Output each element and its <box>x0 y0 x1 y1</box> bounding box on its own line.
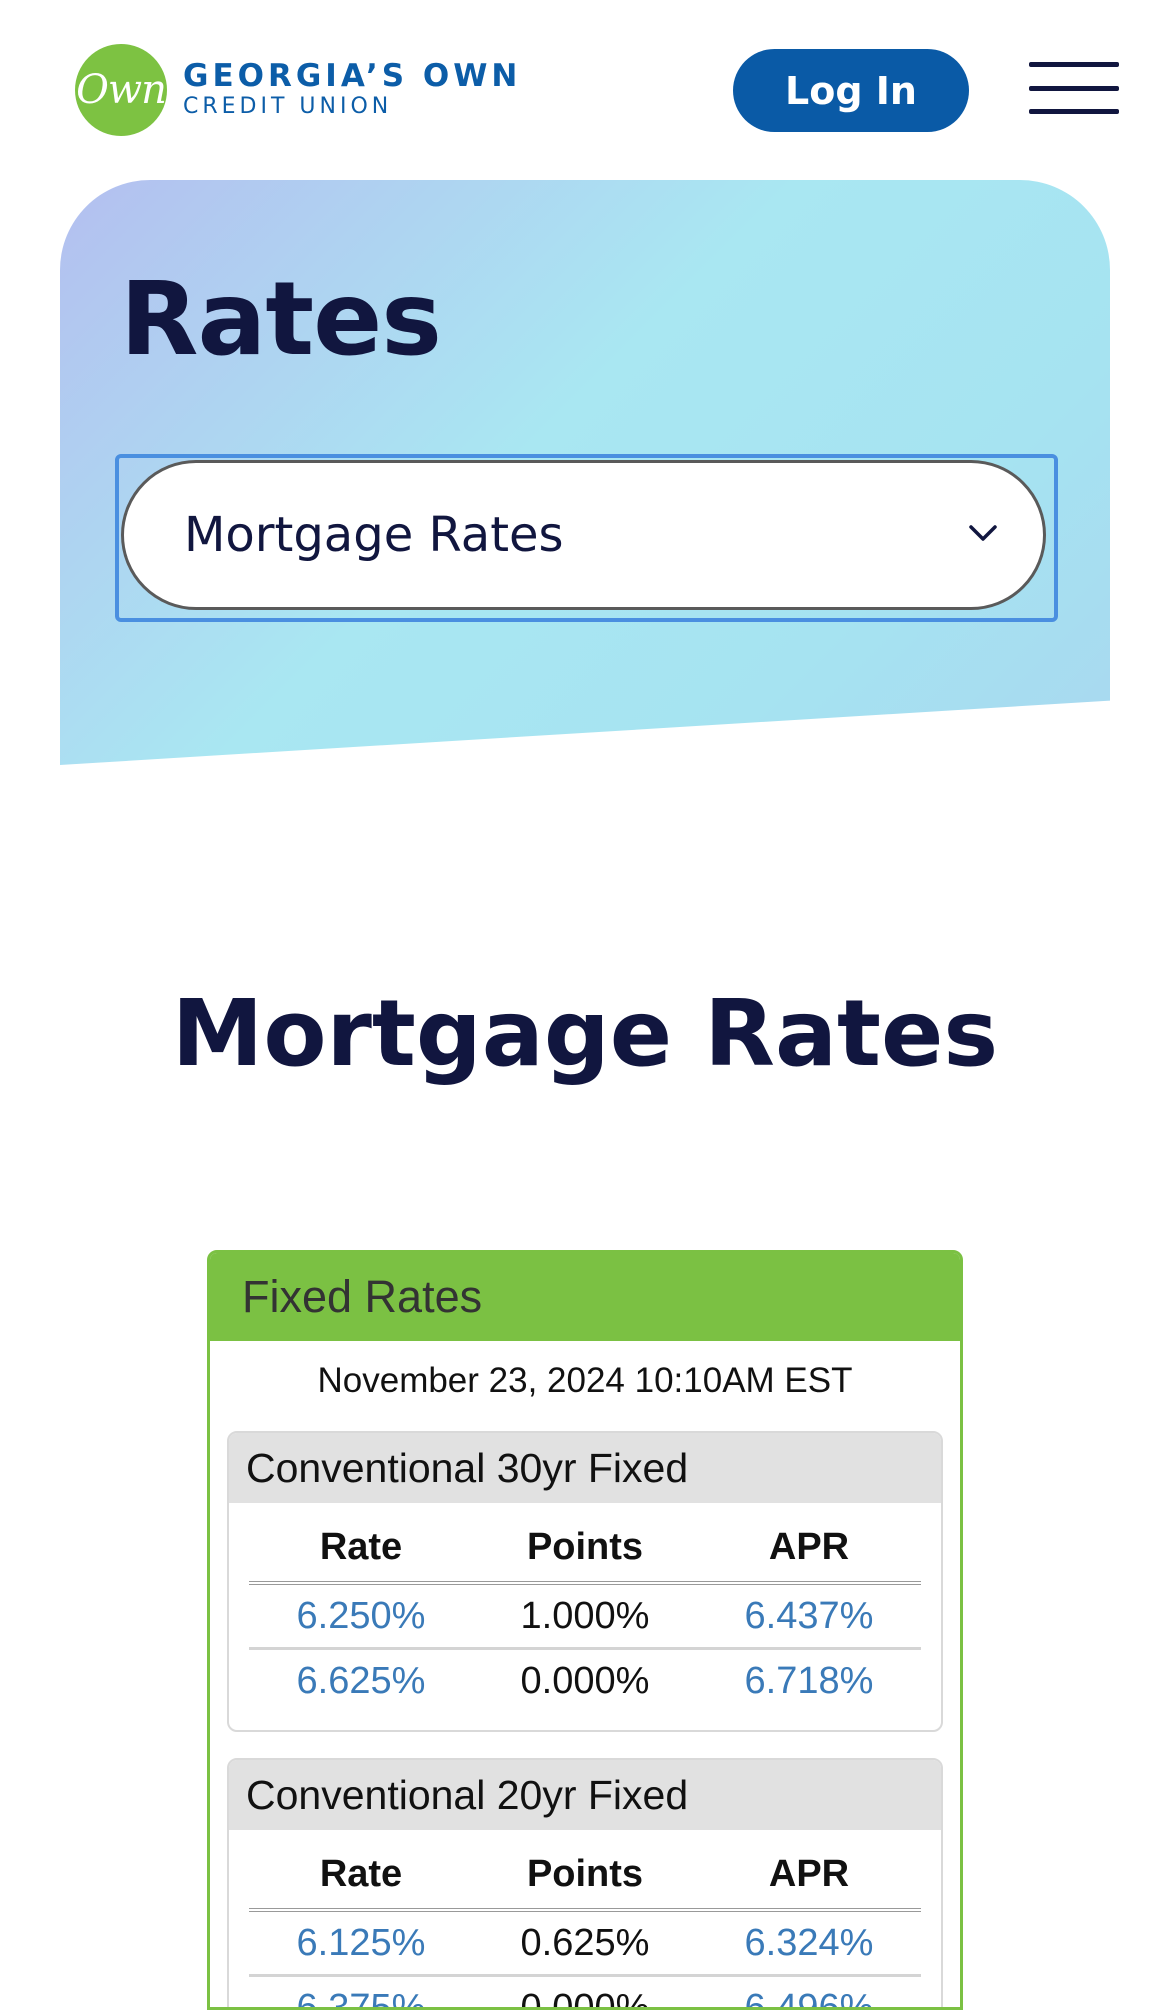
login-button[interactable]: Log In <box>733 49 969 132</box>
select-value: Mortgage Rates <box>184 507 564 563</box>
rate-link[interactable]: 6.250% <box>249 1583 473 1649</box>
hamburger-line <box>1029 62 1119 67</box>
chevron-down-icon <box>965 515 1001 551</box>
column-header-apr: APR <box>697 1840 921 1910</box>
rate-table: Rate Points APR 6.250% 1.000% 6.437% 6.6… <box>249 1513 921 1712</box>
rates-timestamp: November 23, 2024 10:10AM EST <box>210 1361 960 1405</box>
table-row: 6.625% 0.000% 6.718% <box>249 1649 921 1713</box>
points-cell: 0.625% <box>473 1910 697 1976</box>
logo-mark: Own <box>75 44 167 136</box>
page-title: Rates <box>120 260 441 379</box>
widget-header: Fixed Rates <box>210 1253 960 1341</box>
logo-wordmark: GEORGIA’S OWN CREDIT UNION <box>183 59 521 121</box>
points-cell: 0.000% <box>473 1976 697 2010</box>
product-title: Conventional 30yr Fixed <box>229 1433 941 1503</box>
rate-type-select-focus-ring: Mortgage Rates <box>115 454 1058 622</box>
rate-link[interactable]: 6.125% <box>249 1910 473 1976</box>
logo-line-2: CREDIT UNION <box>183 93 521 121</box>
column-header-points: Points <box>473 1513 697 1583</box>
column-header-apr: APR <box>697 1513 921 1583</box>
hamburger-line <box>1029 109 1119 114</box>
hamburger-line <box>1029 86 1119 91</box>
table-row: 6.375% 0.000% 6.496% <box>249 1976 921 2010</box>
points-cell: 0.000% <box>473 1649 697 1713</box>
points-cell: 1.000% <box>473 1583 697 1649</box>
rate-type-select[interactable]: Mortgage Rates <box>121 460 1046 610</box>
site-header: Own GEORGIA’S OWN CREDIT UNION Log In <box>0 0 1170 178</box>
rate-link[interactable]: 6.375% <box>249 1976 473 2010</box>
apr-link[interactable]: 6.437% <box>697 1583 921 1649</box>
table-row: 6.125% 0.625% 6.324% <box>249 1910 921 1976</box>
fixed-rates-widget: Fixed Rates November 23, 2024 10:10AM ES… <box>207 1250 963 2010</box>
table-row: 6.250% 1.000% 6.437% <box>249 1583 921 1649</box>
column-header-rate: Rate <box>249 1513 473 1583</box>
apr-link[interactable]: 6.496% <box>697 1976 921 2010</box>
rate-link[interactable]: 6.625% <box>249 1649 473 1713</box>
hero-banner: Rates Mortgage Rates <box>60 180 1110 765</box>
logo[interactable]: Own GEORGIA’S OWN CREDIT UNION <box>75 44 521 136</box>
apr-link[interactable]: 6.324% <box>697 1910 921 1976</box>
product-card: Conventional 30yr Fixed Rate Points APR … <box>227 1431 943 1732</box>
logo-line-1: GEORGIA’S OWN <box>183 59 521 93</box>
column-header-points: Points <box>473 1840 697 1910</box>
hamburger-icon[interactable] <box>1029 62 1119 114</box>
product-title: Conventional 20yr Fixed <box>229 1760 941 1830</box>
rate-table: Rate Points APR 6.125% 0.625% 6.324% 6.3… <box>249 1840 921 2010</box>
apr-link[interactable]: 6.718% <box>697 1649 921 1713</box>
product-card: Conventional 20yr Fixed Rate Points APR … <box>227 1758 943 2010</box>
section-title: Mortgage Rates <box>0 980 1170 1087</box>
column-header-rate: Rate <box>249 1840 473 1910</box>
